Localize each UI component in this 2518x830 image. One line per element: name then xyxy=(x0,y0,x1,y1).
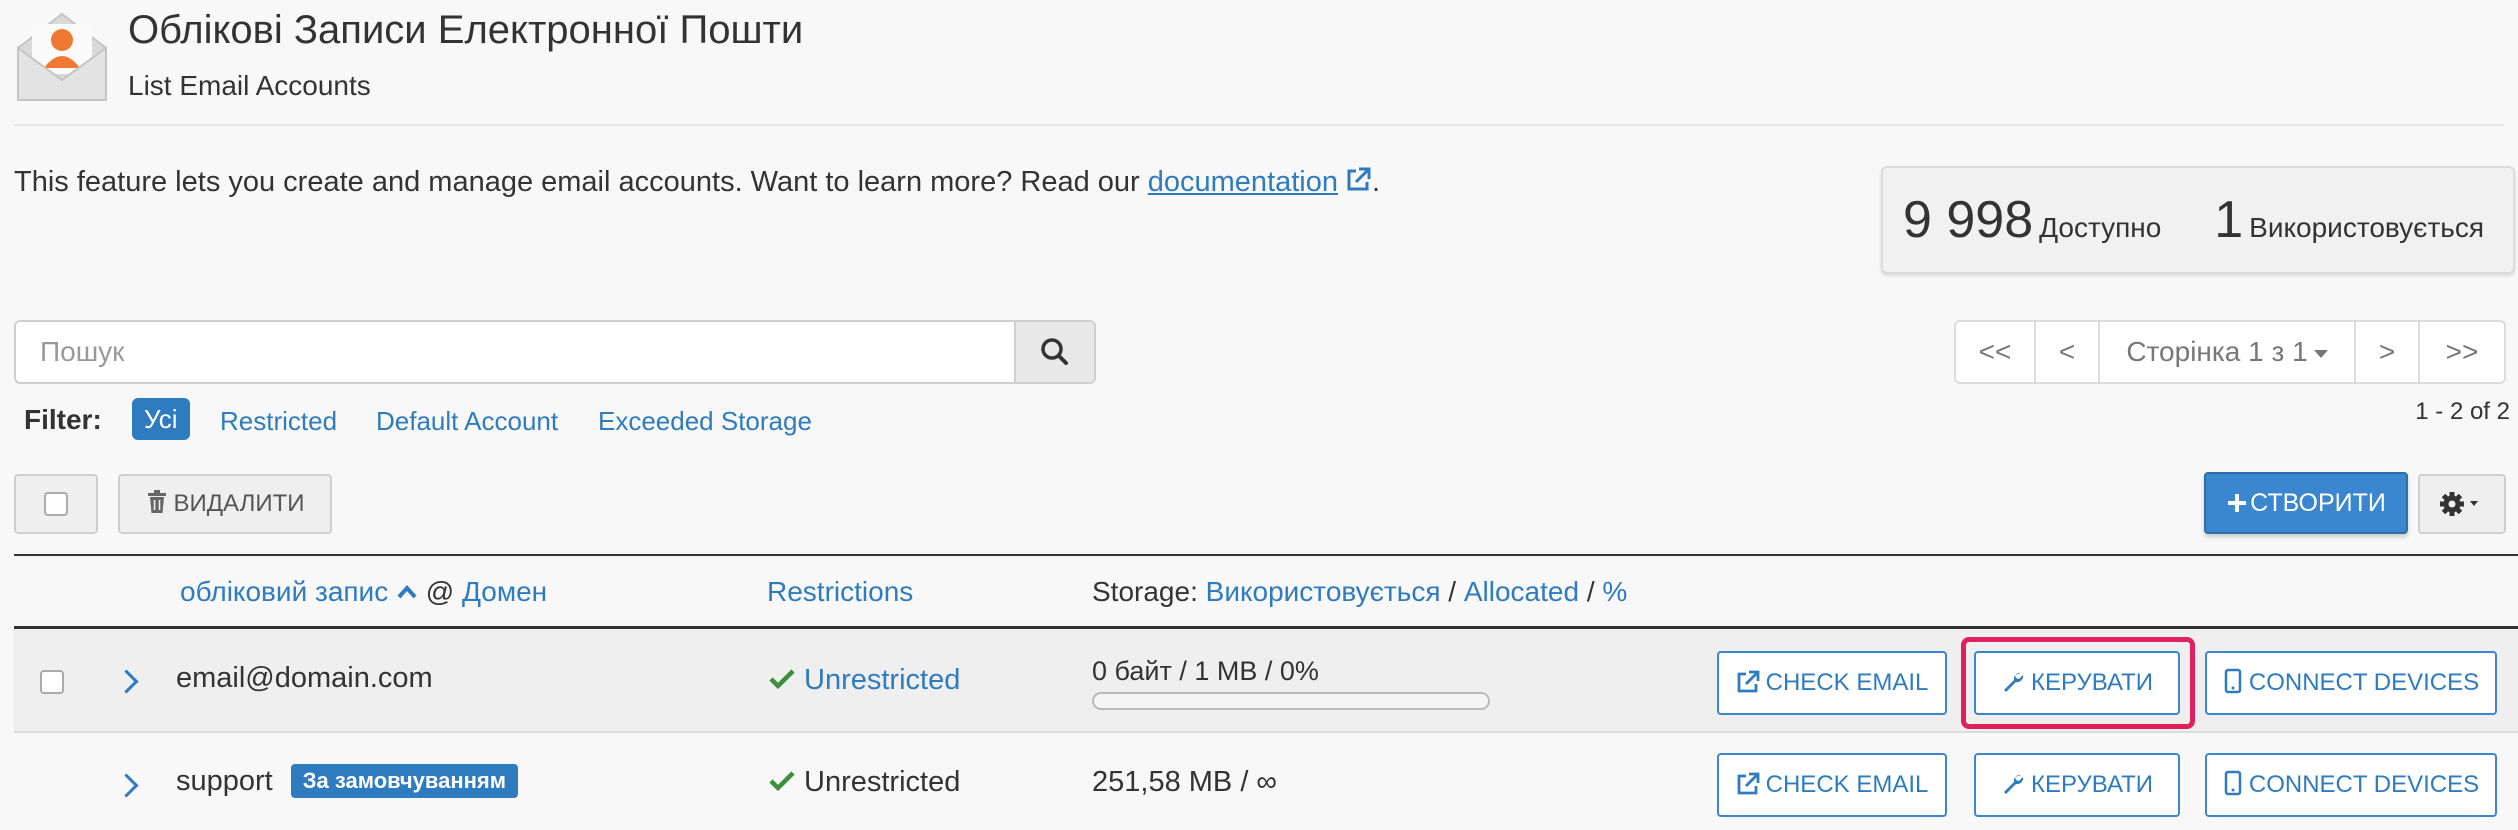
available-label: Доступно xyxy=(2039,212,2162,243)
wrench-icon xyxy=(2004,774,2024,794)
external-link-icon xyxy=(1737,772,1760,795)
external-link-icon xyxy=(1737,670,1760,693)
sort-domain-link[interactable]: Домен xyxy=(462,576,547,607)
last-page-button[interactable]: >> xyxy=(2420,322,2504,382)
header-divider xyxy=(14,124,2504,126)
storage-prefix: Storage: xyxy=(1092,576,1198,607)
sort-storage-percent-link[interactable]: % xyxy=(1602,576,1627,607)
account-name: support xyxy=(176,765,273,797)
account-name-cell: support За замовчуванням xyxy=(176,764,519,798)
restriction-status[interactable]: Unrestricted xyxy=(768,664,960,697)
filter-all[interactable]: Усі xyxy=(132,398,190,440)
intro-text: This feature lets you create and manage … xyxy=(14,166,1380,199)
documentation-link[interactable]: documentation xyxy=(1148,166,1338,198)
search-icon xyxy=(1041,338,1068,365)
manage-button[interactable]: КЕРУВАТИ xyxy=(1974,651,2180,715)
intro-period: . xyxy=(1372,166,1381,198)
used-count: 1 xyxy=(2214,191,2244,249)
filter-restricted[interactable]: Restricted xyxy=(220,406,337,437)
prev-page-button[interactable]: < xyxy=(2036,322,2100,382)
column-header-storage: Storage: Використовується / Allocated / … xyxy=(1092,576,1627,608)
available-count: 9 998 xyxy=(1903,191,2034,249)
connect-devices-label: CONNECT DEVICES xyxy=(2248,771,2480,798)
settings-dropdown-button[interactable] xyxy=(2418,474,2506,534)
manage-label: КЕРУВАТИ xyxy=(2031,771,2153,798)
next-page-button[interactable]: > xyxy=(2356,322,2420,382)
checkmark-icon xyxy=(769,669,795,690)
sort-ascending-icon[interactable] xyxy=(396,584,418,600)
manage-button[interactable]: КЕРУВАТИ xyxy=(1974,753,2180,817)
pagination: << < Сторінка 1 з 1 > >> xyxy=(1954,320,2506,384)
intro-sentence: This feature lets you create and manage … xyxy=(14,166,1140,198)
check-email-label: CHECK EMAIL xyxy=(1765,669,1929,696)
page-label: Сторінка 1 з 1 xyxy=(2126,336,2308,367)
caret-down-icon xyxy=(2313,349,2328,358)
select-all-checkbox[interactable] xyxy=(44,492,68,516)
filter-exceeded-storage[interactable]: Exceeded Storage xyxy=(598,406,812,437)
sort-restrictions-link[interactable]: Restrictions xyxy=(767,576,913,607)
mobile-device-icon xyxy=(2224,668,2242,694)
connect-devices-button[interactable]: CONNECT DEVICES xyxy=(2205,753,2497,817)
quota-stats: 9 998 Доступно 1 Використовується xyxy=(1881,166,2515,274)
first-page-button[interactable]: << xyxy=(1956,322,2036,382)
checkmark-icon xyxy=(769,771,795,792)
row-checkbox[interactable] xyxy=(40,670,64,694)
search-box xyxy=(14,320,1096,384)
trash-icon xyxy=(147,490,166,513)
select-all-box xyxy=(14,474,98,534)
gear-icon xyxy=(2440,492,2478,516)
used-label: Використовується xyxy=(2249,212,2485,243)
restriction-text: Unrestricted xyxy=(804,766,961,798)
connect-devices-label: CONNECT DEVICES xyxy=(2248,669,2480,696)
storage-progress-bar xyxy=(1092,692,1490,710)
check-email-button[interactable]: CHECK EMAIL xyxy=(1717,753,1947,817)
storage-sep: / xyxy=(1448,576,1457,607)
search-input[interactable] xyxy=(16,322,1018,382)
email-accounts-icon xyxy=(14,10,110,104)
plus-icon xyxy=(2228,494,2247,512)
storage-sep: / xyxy=(1586,576,1595,607)
sort-account-link[interactable]: обліковий запис xyxy=(180,576,388,607)
external-link-icon xyxy=(1344,166,1372,194)
storage-usage: 251,58 MB / ∞ xyxy=(1092,766,1278,798)
create-label: СТВОРИТИ xyxy=(2250,489,2386,517)
manage-label: КЕРУВАТИ xyxy=(2031,669,2153,696)
restriction-status: Unrestricted xyxy=(768,766,960,799)
table-top-border xyxy=(14,554,2518,556)
filter-default-account[interactable]: Default Account xyxy=(376,406,558,437)
restriction-link[interactable]: Unrestricted xyxy=(804,664,960,696)
delete-label: ВИДАЛИТИ xyxy=(173,490,305,517)
column-header-restrictions: Restrictions xyxy=(767,576,913,608)
sort-storage-used-link[interactable]: Використовується xyxy=(1206,576,1441,607)
check-email-button[interactable]: CHECK EMAIL xyxy=(1717,651,1947,715)
account-name: email@domain.com xyxy=(176,662,433,694)
create-button[interactable]: СТВОРИТИ xyxy=(2204,472,2408,534)
delete-button[interactable]: ВИДАЛИТИ xyxy=(118,474,332,534)
result-count: 1 - 2 of 2 xyxy=(2415,398,2510,425)
mobile-device-icon xyxy=(2224,770,2242,796)
check-email-label: CHECK EMAIL xyxy=(1765,771,1929,798)
column-header-account: обліковий запис @ Домен xyxy=(180,576,547,608)
filter-label: Filter: xyxy=(24,404,102,435)
page-title: Облікові Записи Електронної Пошти xyxy=(128,8,804,52)
at-separator: @ xyxy=(425,576,455,607)
sort-storage-allocated-link[interactable]: Allocated xyxy=(1464,576,1579,607)
default-account-badge: За замовчуванням xyxy=(290,764,519,798)
connect-devices-button[interactable]: CONNECT DEVICES xyxy=(2205,651,2497,715)
wrench-icon xyxy=(2004,672,2024,692)
search-button[interactable] xyxy=(1014,322,1094,382)
page-subtitle: List Email Accounts xyxy=(128,70,371,101)
page-select[interactable]: Сторінка 1 з 1 xyxy=(2100,322,2356,382)
storage-usage: 0 байт / 1 MB / 0% xyxy=(1092,656,1319,686)
